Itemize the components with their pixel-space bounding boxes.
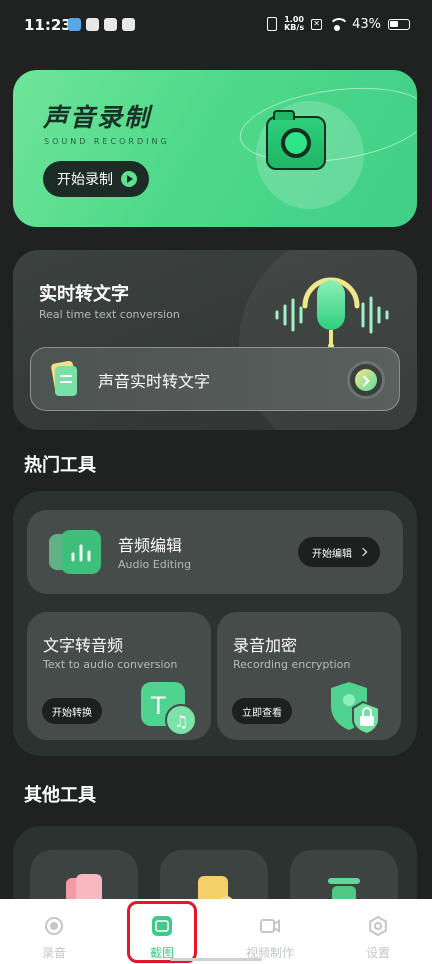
svg-text:♫: ♫ xyxy=(174,712,188,731)
audio-editing-subtitle: Audio Editing xyxy=(118,558,192,571)
selection-highlight-box xyxy=(127,901,197,963)
audio-editing-card[interactable]: 音频编辑 Audio Editing 开始编辑 xyxy=(27,510,403,594)
realtime-conversion-card: 实时转文字 Real time text conversion 声音实时转文字 xyxy=(13,250,417,430)
sound-recording-card[interactable]: 声音录制 SOUND RECORDING 开始录制 xyxy=(13,70,417,227)
network-speed: 1.00 KB/s xyxy=(284,16,304,32)
nav-item-record[interactable]: 录音 xyxy=(14,909,94,961)
recording-encryption-title: 录音加密 xyxy=(233,636,298,655)
nav-item-video[interactable]: 视频制作 xyxy=(230,909,310,961)
app-notification-icon xyxy=(68,18,81,31)
document-icon xyxy=(51,360,77,396)
battery-icon xyxy=(388,18,410,30)
arrow-right-icon[interactable] xyxy=(347,361,385,399)
vibrate-icon xyxy=(267,17,278,31)
status-time: 11:23 xyxy=(24,16,72,34)
start-recording-button[interactable]: 开始录制 xyxy=(43,161,149,197)
recording-encryption-card[interactable]: 录音加密 Recording encryption 立即查看 xyxy=(217,612,401,740)
app-notification-icon xyxy=(86,18,99,31)
start-editing-button[interactable]: 开始编辑 xyxy=(298,537,380,567)
svg-text:T: T xyxy=(150,692,166,720)
other-tools-heading: 其他工具 xyxy=(24,785,96,806)
chevron-right-icon xyxy=(358,547,368,557)
realtime-transcribe-button[interactable]: 声音实时转文字 xyxy=(30,347,400,411)
realtime-title: 实时转文字 xyxy=(39,284,129,305)
view-now-button[interactable]: 立即查看 xyxy=(232,698,292,724)
record-icon xyxy=(45,917,63,935)
nav-item-settings[interactable]: 设置 xyxy=(338,909,418,961)
status-bar: 11:23 1.00 KB/s ✕ 43% xyxy=(0,0,432,52)
microphone-icon xyxy=(275,277,389,349)
start-conversion-label: 开始转换 xyxy=(52,707,92,719)
app-notification-icon xyxy=(122,18,135,31)
settings-icon xyxy=(369,915,387,937)
nav-label-settings: 设置 xyxy=(365,946,390,960)
wifi-icon xyxy=(329,18,350,31)
play-icon xyxy=(121,171,137,187)
bottom-navigation: 录音 截图 视频制作 设置 xyxy=(0,899,432,964)
recording-encryption-subtitle: Recording encryption xyxy=(233,658,351,671)
text-to-audio-title: 文字转音频 xyxy=(43,636,124,655)
audio-waveform-icon xyxy=(49,530,101,574)
start-editing-label: 开始编辑 xyxy=(312,548,352,560)
app-notification-icon xyxy=(104,18,117,31)
nav-label-record: 录音 xyxy=(41,946,66,960)
start-conversion-button[interactable]: 开始转换 xyxy=(42,698,102,724)
shield-lock-icon xyxy=(331,682,380,736)
start-recording-label: 开始录制 xyxy=(57,172,113,188)
text-to-audio-card[interactable]: 文字转音频 Text to audio conversion 开始转换 T ♫ xyxy=(27,612,211,740)
hero-title: 声音录制 xyxy=(43,103,152,132)
system-indicators: 1.00 KB/s ✕ 43% xyxy=(267,16,410,32)
text-to-audio-icon: T ♫ xyxy=(141,682,197,736)
network-speed-unit: KB/s xyxy=(284,23,305,32)
view-now-label: 立即查看 xyxy=(242,707,282,719)
notification-icons xyxy=(68,18,135,31)
realtime-subtitle: Real time text conversion xyxy=(39,308,180,321)
hero-subtitle: SOUND RECORDING xyxy=(44,137,170,146)
camera-icon xyxy=(266,110,326,170)
realtime-transcribe-label: 声音实时转文字 xyxy=(98,372,211,391)
hot-tools-heading: 热门工具 xyxy=(24,455,96,476)
text-to-audio-subtitle: Text to audio conversion xyxy=(43,658,178,671)
gesture-handle xyxy=(170,958,262,961)
audio-editing-title: 音频编辑 xyxy=(118,536,183,555)
video-icon xyxy=(260,919,280,933)
no-sim-icon: ✕ xyxy=(311,18,323,30)
battery-percent: 43% xyxy=(352,16,381,32)
hot-tools-panel: 音频编辑 Audio Editing 开始编辑 文字转音频 Text to au… xyxy=(13,491,417,756)
